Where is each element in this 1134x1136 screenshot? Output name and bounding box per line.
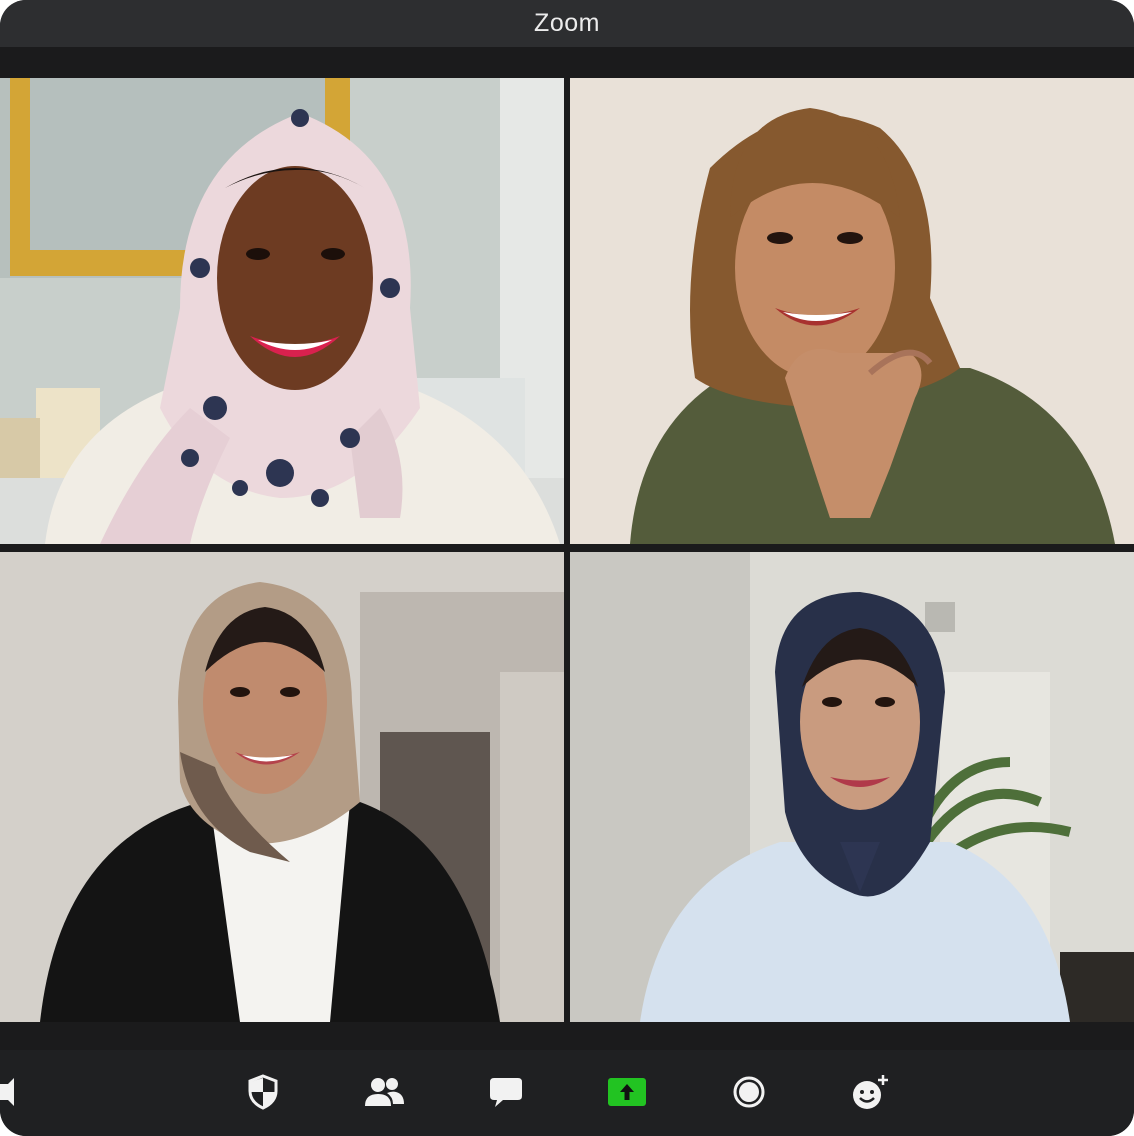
speech-bubble-icon [490,1078,522,1107]
people-icon [365,1078,404,1106]
participant-video-tile[interactable] [0,552,564,1022]
smiley-plus-icon [853,1075,888,1109]
title-bar: Zoom [0,0,1134,47]
meeting-toolbar [0,1050,1134,1136]
participant-video [0,552,564,1022]
participant-video-tile[interactable] [570,552,1134,1022]
zoom-window: Zoom [0,0,1134,1136]
chat-button[interactable] [484,1070,528,1114]
speaker-icon [0,1078,14,1106]
reactions-button[interactable] [848,1070,892,1114]
share-screen-icon [608,1078,646,1106]
participant-video-tile[interactable] [570,78,1134,544]
mute-button[interactable] [0,1070,14,1114]
participant-video [570,552,1134,1022]
participant-video [570,78,1134,544]
share-screen-button[interactable] [605,1070,649,1114]
record-button[interactable] [727,1070,771,1114]
participant-video [0,78,564,544]
participant-video-tile[interactable] [0,78,564,544]
shield-icon [248,1074,278,1110]
security-button[interactable] [241,1070,285,1114]
participants-button[interactable] [362,1070,406,1114]
window-title: Zoom [534,9,600,37]
video-gallery [0,47,1134,1050]
record-icon [733,1076,765,1108]
